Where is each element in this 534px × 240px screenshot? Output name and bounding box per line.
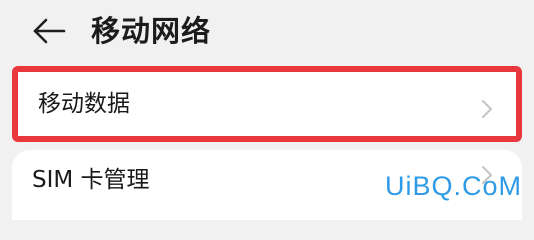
- page-title: 移动网络: [91, 14, 212, 48]
- app-header: 移动网络: [0, 0, 534, 64]
- arrow-left-icon[interactable]: [32, 17, 66, 45]
- list-item-label: SIM 卡管理: [32, 167, 150, 193]
- chevron-right-icon: [482, 100, 492, 118]
- watermark-text: UiBQ.CoM: [384, 171, 522, 201]
- list-item-label: 移动数据: [38, 91, 130, 117]
- list-item-mobile-data[interactable]: 移动数据: [12, 66, 522, 142]
